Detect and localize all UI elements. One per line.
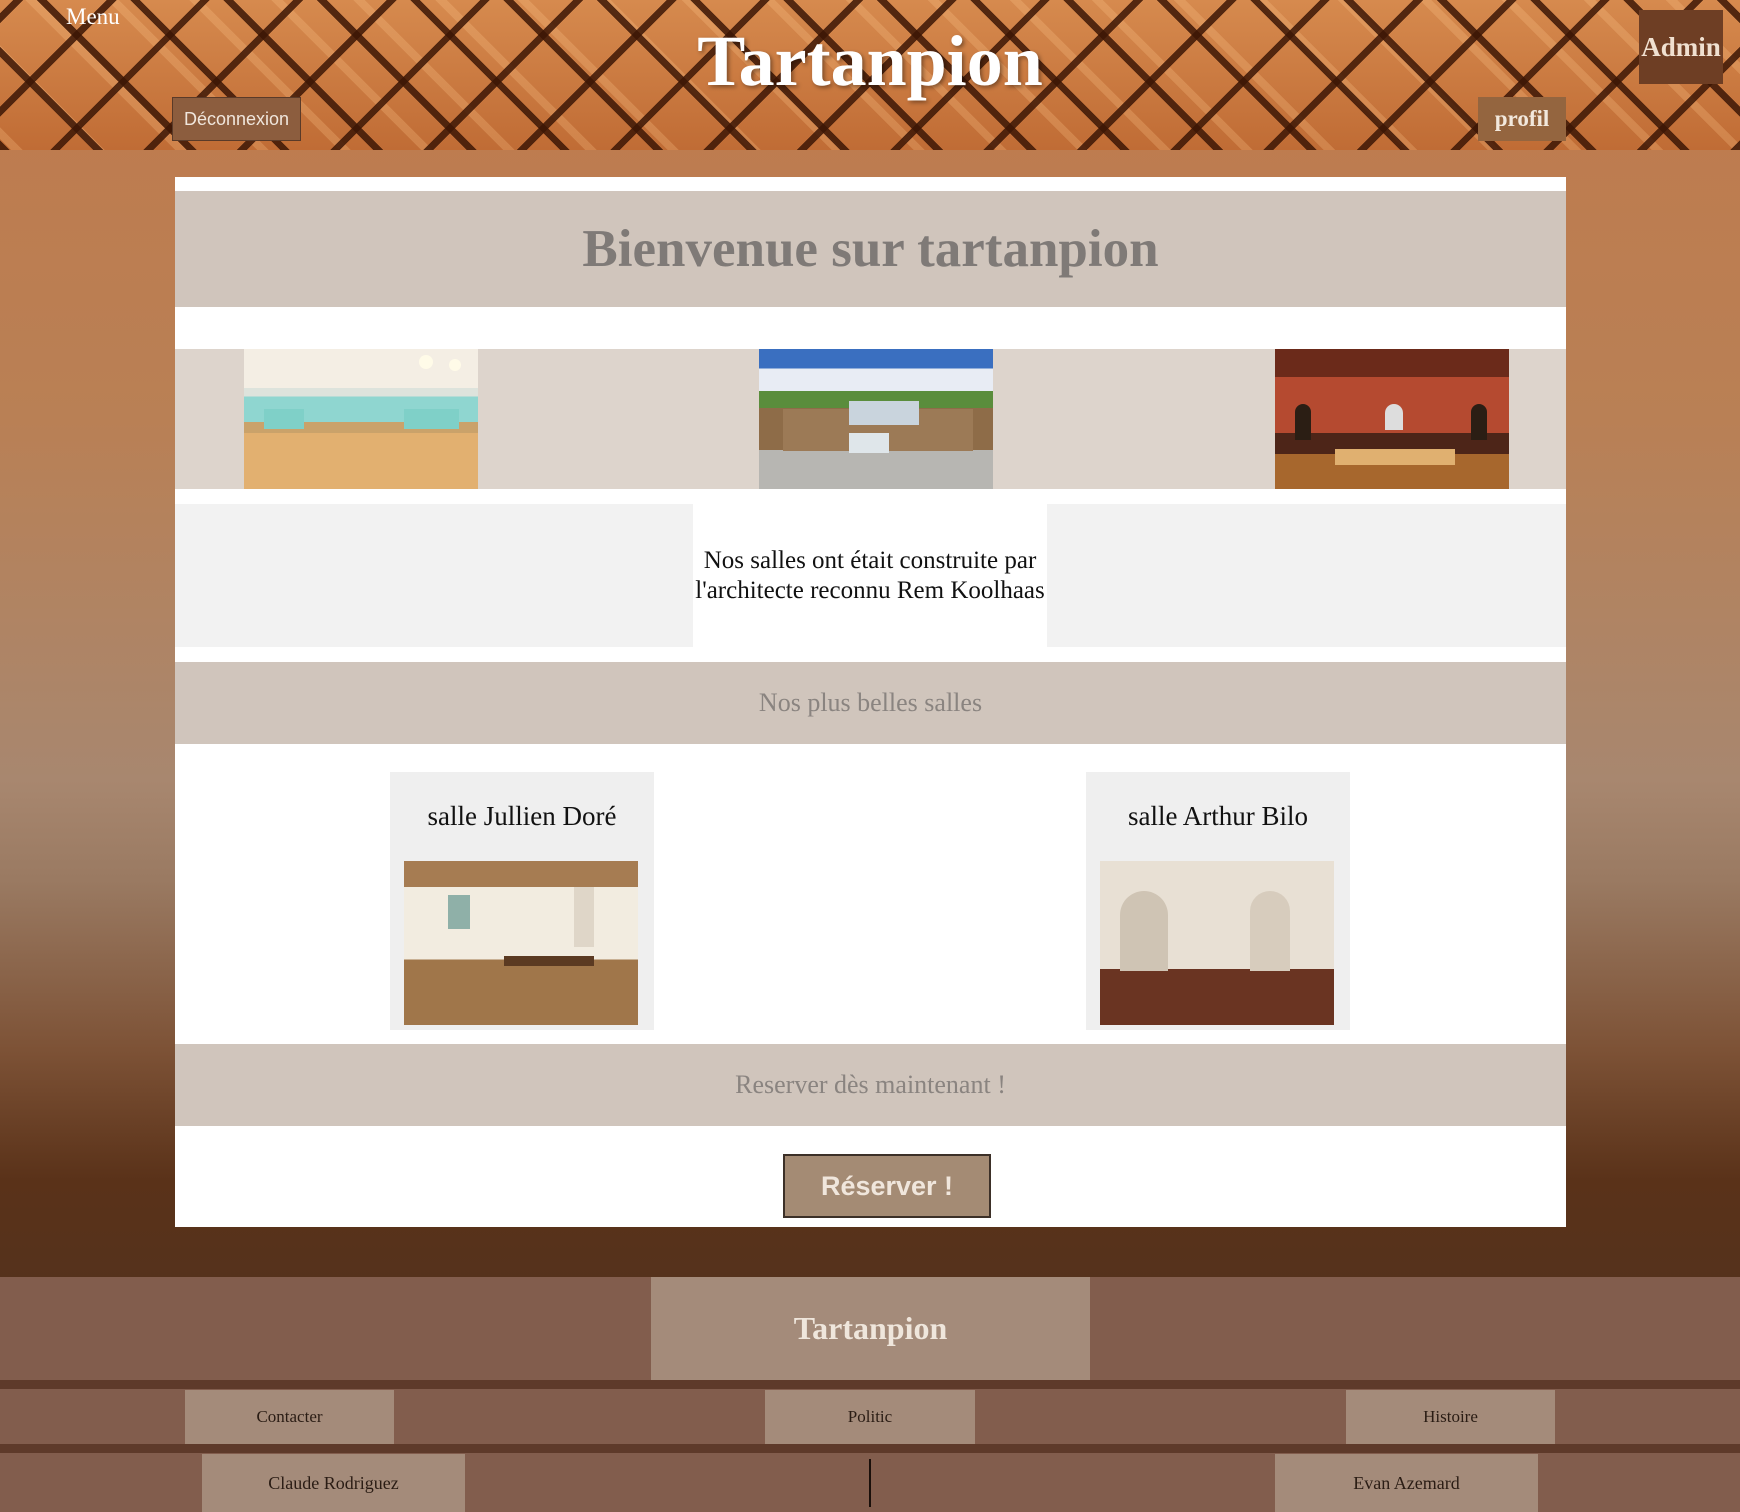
footer-link-politic[interactable]: Politic [765,1390,975,1444]
site-header: Menu Tartanpion Déconnexion profil Admin [0,0,1740,150]
profil-button[interactable]: profil [1478,97,1566,141]
info-side-right [1047,504,1566,647]
logout-button[interactable]: Déconnexion [172,97,301,141]
footer-author: Claude Rodriguez [202,1454,465,1512]
architect-info-text: Nos salles ont était construite par l'ar… [695,546,1045,604]
info-side-left [175,504,693,647]
info-row: Nos salles ont était construite par l'ar… [175,504,1566,647]
footer-divider-line [0,1444,1740,1453]
room-name: salle Jullien Doré [427,800,617,831]
footer-link-histoire[interactable]: Histoire [1346,1390,1555,1444]
room-card[interactable]: salle Arthur Bilo [1086,772,1350,1030]
footer-link-contacter[interactable]: Contacter [185,1390,394,1444]
photo-gallery [175,349,1566,489]
footer-title: Tartanpion [651,1277,1090,1380]
room-photo [404,861,638,1025]
hall-photo-3 [1275,349,1509,489]
welcome-title: Bienvenue sur tartanpion [582,220,1159,278]
main-panel: Bienvenue sur tartanpion Nos salles ont … [175,177,1566,1227]
hall-photo-1 [244,349,478,489]
room-card[interactable]: salle Jullien Doré [390,772,654,1030]
footer-author: Evan Azemard [1275,1454,1538,1512]
welcome-banner: Bienvenue sur tartanpion [175,191,1566,307]
section-title-salles: Nos plus belles salles [175,662,1566,744]
hall-photo-2 [759,349,993,489]
footer-divider-line [0,1380,1740,1389]
footer-vertical-divider [869,1459,871,1507]
room-photo [1100,861,1334,1025]
site-title: Tartanpion [697,21,1043,101]
site-footer: Tartanpion Contacter Politic Histoire Cl… [0,1277,1740,1512]
section-title-reserve: Reserver dès maintenant ! [175,1044,1566,1126]
reserve-button[interactable]: Réserver ! [783,1154,991,1218]
room-name: salle Arthur Bilo [1128,800,1308,831]
admin-button[interactable]: Admin [1639,10,1723,84]
